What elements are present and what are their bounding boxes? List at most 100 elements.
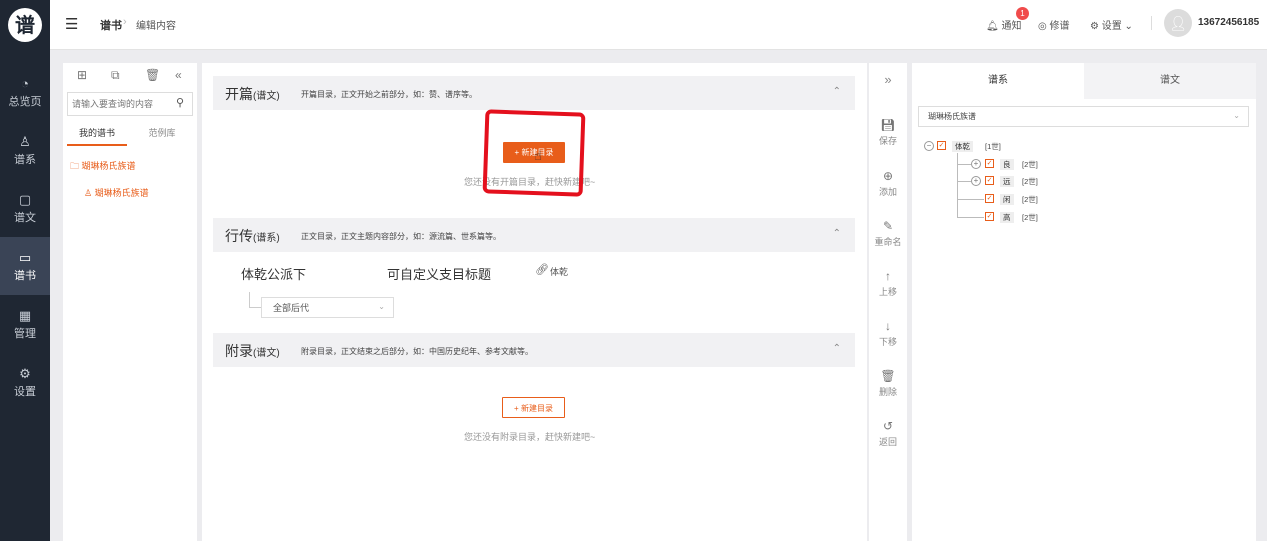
node-checkbox[interactable]: ✓ — [985, 159, 994, 168]
nav-item-overview[interactable]: ◔ 总览页 — [0, 63, 50, 121]
avatar[interactable]: 👤︎ — [1164, 9, 1192, 37]
new-folder-icon[interactable]: ⊞ — [77, 68, 87, 82]
breadcrumb-current: 编辑内容 — [136, 21, 176, 32]
grid-icon: ▦ — [18, 308, 32, 323]
search-input[interactable]: 请输入要查询的内容 — [67, 92, 193, 116]
select-value: 全部后代 — [273, 303, 310, 313]
logo[interactable]: 谱 — [8, 8, 42, 42]
rename-button[interactable]: ✎ 重命名 — [869, 219, 907, 248]
add-button[interactable]: ⊕ 添加 — [869, 169, 907, 198]
node-checkbox[interactable]: ✓ — [985, 176, 994, 185]
section-header-appendix[interactable]: 附录(谱文) 附录目录，正文结束之后部分，如：中国历史纪年、参考文献等。 ⌃ — [213, 333, 855, 367]
nav-item-manage[interactable]: ▦ 管理 — [0, 295, 50, 353]
chevron-up-icon[interactable]: ⌃ — [833, 86, 841, 97]
document-icon: ▢ — [18, 192, 32, 207]
nav-item-pedigree[interactable]: ♙ 谱系 — [0, 121, 50, 179]
back-button[interactable]: ↺ 返回 — [869, 419, 907, 448]
nav-label: 谱文 — [14, 212, 36, 224]
node-checkbox[interactable]: ✓ — [937, 141, 946, 150]
pedigree-panel: 谱系 谱文 瑚琳杨氏族谱 ⌄ − ✓ 体乾 [1世] + ✓ 良 [2世] + ✓… — [912, 63, 1256, 541]
expand-node-icon[interactable]: + — [971, 159, 981, 169]
empty-hint: 您还没有附录目录，赶快新建吧~ — [464, 432, 596, 442]
main-nav: 谱 ◔ 总览页 ♙ 谱系 ▢ 谱文 ▭ 谱书 ▦ 管理 ⚙ 设置 — [0, 0, 50, 541]
folder-icon: 🗀︎ — [70, 161, 80, 171]
genealogy-select[interactable]: 瑚琳杨氏族谱 ⌄ — [918, 106, 1249, 127]
menu-icon[interactable]: ☰ — [65, 15, 78, 33]
save-button[interactable]: 💾︎ 保存 — [869, 118, 907, 147]
section-header-opening[interactable]: 开篇(谱文) 开篇目录，正文开始之前部分，如：赞、谱序等。 ⌃ — [213, 76, 855, 110]
new-directory-button[interactable]: + 新建目录 — [502, 397, 565, 418]
breadcrumb-root[interactable]: 谱书 — [100, 17, 122, 33]
action-label: 下移 — [878, 337, 897, 347]
section-title: 附录(谱文) — [225, 343, 280, 359]
nav-label: 设置 — [14, 386, 36, 398]
tree-label: 瑚琳杨氏族谱 — [81, 161, 136, 171]
tree-node-name[interactable]: 远 — [1000, 176, 1014, 187]
branch-link[interactable]: 体乾 — [550, 265, 568, 278]
expand-icon[interactable]: » — [869, 72, 907, 87]
tab-text[interactable]: 谱文 — [1084, 63, 1256, 99]
section-desc: 开篇目录，正文开始之前部分，如：赞、谱序等。 — [301, 90, 477, 99]
branch-title[interactable]: 可自定义支目标题 — [387, 264, 491, 283]
trash-icon[interactable]: 🗑︎ — [145, 68, 160, 82]
tree-node-icon: ♙ — [84, 188, 93, 198]
tree-connector — [957, 181, 971, 182]
action-label: 返回 — [878, 437, 897, 447]
notify-label: 通知 — [1001, 21, 1022, 32]
hand-cursor-icon: ☝︎ — [534, 148, 542, 163]
action-label: 重命名 — [874, 237, 902, 247]
tab-examples[interactable]: 范例库 — [131, 126, 193, 146]
edit-icon: ✎ — [882, 219, 894, 233]
nav-item-book[interactable]: ▭ 谱书 — [0, 237, 50, 295]
book-list-panel: ⊞ ⧉ 🗑︎ « 请输入要查询的内容 ⚲ 我的谱书 范例库 🗀︎ 瑚琳杨氏族谱 … — [63, 63, 197, 541]
plus-circle-icon: ⊕ — [882, 169, 894, 183]
delete-button[interactable]: 🗑︎ 删除 — [869, 369, 907, 398]
descendant-select[interactable]: 全部后代 ⌄ — [261, 297, 394, 318]
link-icon: 🔗︎ — [535, 264, 549, 276]
action-label: 保存 — [878, 136, 897, 146]
tree-node-name[interactable]: 高 — [1000, 212, 1014, 223]
move-up-button[interactable]: ↑ 上移 — [869, 269, 907, 298]
expand-node-icon[interactable]: + — [971, 176, 981, 186]
tree-node-gen: [2世] — [1022, 177, 1038, 186]
tree-node-name[interactable]: 良 — [1000, 159, 1014, 170]
nav-item-settings[interactable]: ⚙ 设置 — [0, 353, 50, 411]
chevron-up-icon[interactable]: ⌃ — [833, 228, 841, 239]
tree-node-name[interactable]: 闲 — [1000, 194, 1014, 205]
nav-item-text[interactable]: ▢ 谱文 — [0, 179, 50, 237]
tree-node-gen: [2世] — [1022, 195, 1038, 204]
action-toolbar: » 💾︎ 保存 ⊕ 添加 ✎ 重命名 ↑ 上移 ↓ 下移 🗑︎ 删除 ↺ 返回 — [869, 63, 907, 541]
action-label: 上移 — [878, 287, 897, 297]
collapse-icon[interactable]: « — [175, 68, 182, 82]
nav-label: 谱书 — [14, 270, 36, 282]
move-down-button[interactable]: ↓ 下移 — [869, 319, 907, 348]
tree-node-gen: [2世] — [1022, 213, 1038, 222]
tab-my-books[interactable]: 我的谱书 — [67, 126, 127, 146]
tree-connector — [957, 217, 984, 218]
nav-label: 谱系 — [14, 154, 36, 166]
book-icon: ▭ — [18, 250, 32, 265]
settings-dropdown[interactable]: ⚙ 设置 ⌄ — [1090, 17, 1133, 32]
node-checkbox[interactable]: ✓ — [985, 194, 994, 203]
copy-icon[interactable]: ⧉ — [111, 68, 120, 83]
tree-book[interactable]: ♙ 瑚琳杨氏族谱 — [84, 186, 149, 199]
chevron-up-icon[interactable]: ⌃ — [833, 343, 841, 354]
section-title: 开篇(谱文) — [225, 86, 280, 102]
action-label: 添加 — [878, 187, 897, 197]
notify-button[interactable]: 🔔︎ 通知 — [986, 17, 1021, 32]
xiupu-button[interactable]: ◎ 修谱 — [1038, 17, 1070, 32]
section-title: 行传(谱系) — [225, 228, 280, 244]
tree-folder[interactable]: 🗀︎ 瑚琳杨氏族谱 — [70, 159, 136, 175]
save-icon: 💾︎ — [880, 118, 896, 132]
node-checkbox[interactable]: ✓ — [985, 212, 994, 221]
tab-pedigree[interactable]: 谱系 — [912, 63, 1084, 99]
select-value: 瑚琳杨氏族谱 — [928, 112, 976, 121]
arrow-down-icon: ↓ — [885, 319, 891, 333]
trash-icon: 🗑︎ — [880, 369, 896, 383]
user-phone[interactable]: 13672456185 — [1198, 17, 1259, 28]
section-header-lineage[interactable]: 行传(谱系) 正文目录，正文主题内容部分，如：源流篇、世系篇等。 ⌃ — [213, 218, 855, 252]
tree-node-name[interactable]: 体乾 — [952, 141, 973, 152]
search-icon[interactable]: ⚲ — [176, 96, 184, 109]
tree-label: 瑚琳杨氏族谱 — [94, 188, 149, 198]
collapse-node-icon[interactable]: − — [924, 141, 934, 151]
